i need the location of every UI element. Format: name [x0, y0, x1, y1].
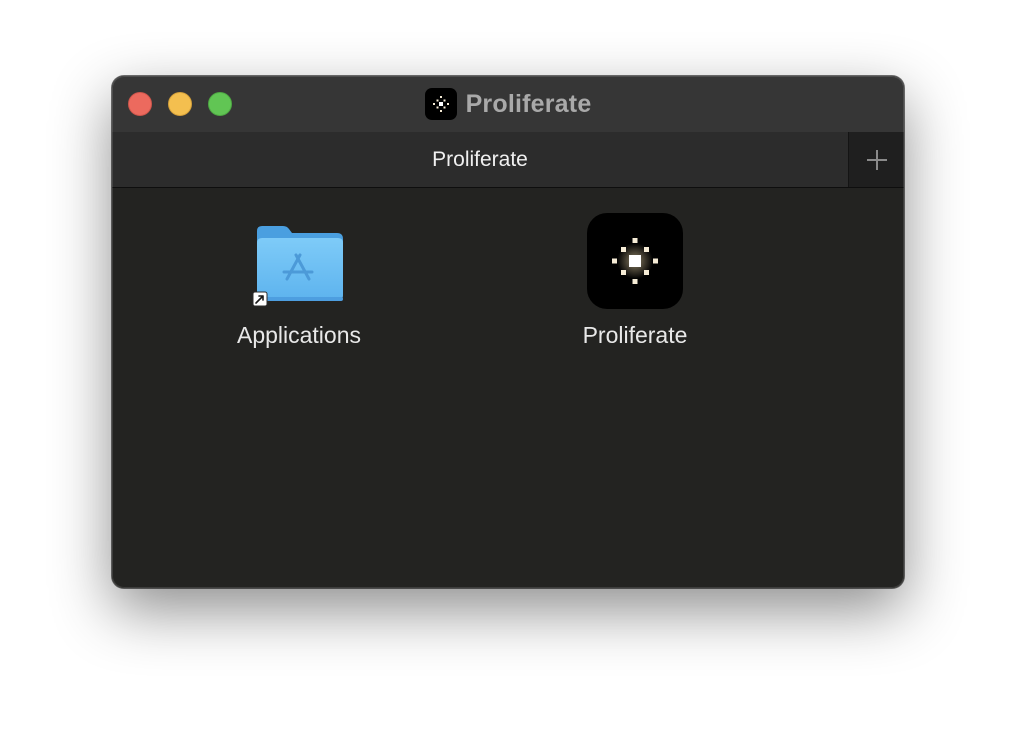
proliferate-app-item[interactable]: Proliferate — [535, 189, 735, 348]
proliferate-app-icon — [424, 88, 457, 120]
plus-icon — [866, 149, 887, 170]
window-title: Proliferate — [465, 89, 592, 118]
new-tab-button[interactable] — [848, 132, 904, 187]
finder-content-area[interactable]: Applications Proliferate — [112, 189, 904, 588]
finder-window: Proliferate Proliferate Applications Pro… — [112, 76, 904, 588]
applications-folder-alias-icon[interactable] — [251, 213, 347, 309]
tab-proliferate[interactable]: Proliferate — [112, 132, 848, 187]
window-title-group: Proliferate — [112, 76, 904, 132]
applications-label: Applications — [236, 322, 362, 348]
proliferate-app-icon[interactable] — [587, 213, 683, 309]
proliferate-label: Proliferate — [582, 322, 688, 348]
applications-alias-item[interactable]: Applications — [199, 189, 399, 348]
tab-bar: Proliferate — [112, 132, 904, 188]
title-bar[interactable]: Proliferate — [112, 76, 904, 132]
